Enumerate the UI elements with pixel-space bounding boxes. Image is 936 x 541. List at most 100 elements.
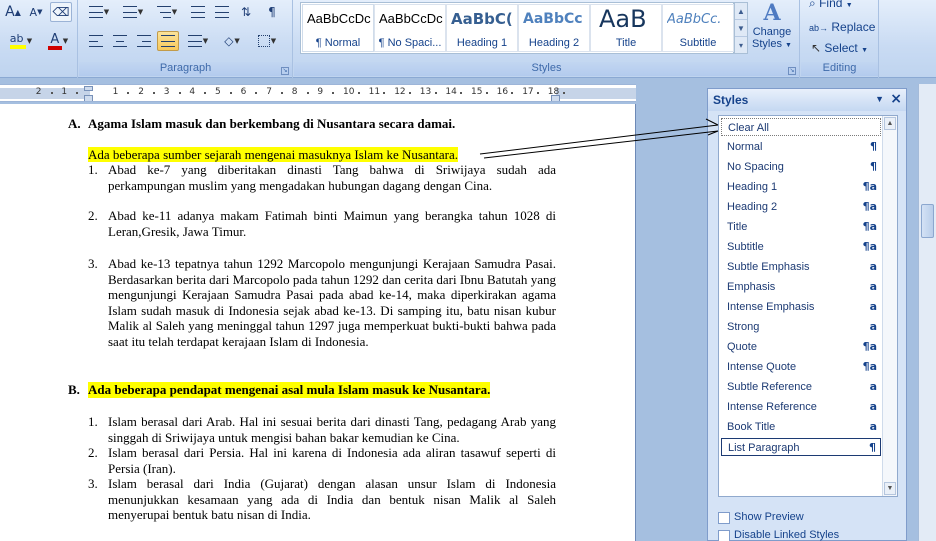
style-item[interactable]: Intense Emphasis a — [721, 298, 881, 316]
style-item[interactable]: Subtle Emphasis a — [721, 258, 881, 276]
style-item[interactable]: Intense Quote ¶a — [721, 358, 881, 376]
gallery-style-subtitle[interactable]: AaBbCc. Subtitle — [662, 4, 734, 52]
align-center-icon — [113, 35, 127, 47]
style-item[interactable]: Heading 1 ¶a — [721, 178, 881, 196]
right-indent-marker[interactable] — [551, 95, 560, 101]
increase-indent-button[interactable] — [211, 2, 233, 22]
list-text: Abad ke-13 tepatnya tahun 1292 Marcopolo… — [108, 256, 556, 349]
list-text: Islam berasal dari India (Gujarat) denga… — [108, 476, 556, 522]
clear-formatting-icon[interactable]: ⌫ — [50, 2, 72, 22]
show-marks-button[interactable]: ¶ — [261, 2, 283, 22]
indent-marker[interactable] — [84, 86, 93, 91]
style-type-icon: ¶a — [862, 220, 877, 233]
borders-button[interactable]: ▼ — [251, 31, 283, 51]
style-item[interactable]: Heading 2 ¶a — [721, 198, 881, 216]
style-item[interactable]: Book Title a — [721, 418, 881, 436]
gallery-more-icon[interactable]: ▾ — [735, 37, 747, 54]
ruler-tick — [537, 92, 539, 94]
numbering-button[interactable]: ▼ — [117, 2, 149, 22]
styles-dialog-launcher[interactable]: ↘ — [788, 67, 796, 75]
style-item[interactable]: List Paragraph ¶ — [721, 438, 881, 456]
pane-options-icon[interactable]: ▼ — [875, 94, 884, 104]
gallery-style-normal[interactable]: AaBbCcDc ¶ Normal — [302, 4, 374, 52]
ruler-number: 7 — [266, 87, 272, 97]
style-name: Title — [615, 37, 637, 49]
ruler-number: 2 — [35, 87, 42, 97]
highlight-color-button[interactable]: ab ▼ — [2, 31, 40, 51]
font-color-icon: A — [47, 33, 62, 50]
show-preview-checkbox[interactable]: Show Preview — [718, 511, 898, 527]
style-item[interactable]: Strong a — [721, 318, 881, 336]
style-item-label: Intense Quote — [727, 361, 797, 373]
sort-button[interactable]: ⇅ — [235, 2, 257, 22]
style-item[interactable]: Quote ¶a — [721, 338, 881, 356]
style-item[interactable]: Subtle Reference a — [721, 378, 881, 396]
grow-font-button[interactable]: A ▲ — [2, 2, 24, 22]
style-type-icon: a — [869, 420, 877, 433]
line-spacing-button[interactable]: ▼ — [183, 31, 213, 51]
list-item: 3. Islam berasal dari India (Gujarat) de… — [88, 476, 556, 524]
gallery-style-no-spacing[interactable]: AaBbCcDc ¶ No Spaci... — [374, 4, 446, 52]
styles-pane-title: Styles — [713, 93, 749, 107]
find-button[interactable]: ⌕ Find ▼ — [809, 0, 853, 11]
style-item[interactable]: No Spacing ¶ — [721, 158, 881, 176]
document-scrollbar[interactable] — [918, 84, 936, 541]
ruler-number: 8 — [291, 87, 298, 97]
gallery-down-icon[interactable]: ▼ — [735, 20, 747, 37]
justify-button[interactable] — [157, 31, 179, 51]
style-item-label: Clear All — [728, 122, 769, 134]
gallery-style-title[interactable]: AaB Title — [590, 4, 662, 52]
line-spacing-icon — [187, 35, 202, 47]
heading-b-number: B. — [68, 382, 80, 397]
style-item[interactable]: Intense Reference a — [721, 398, 881, 416]
close-icon[interactable]: × — [890, 91, 902, 107]
gallery-style-heading-2[interactable]: AaBbCc Heading 2 — [518, 4, 590, 52]
replace-icon: ab→ — [809, 23, 829, 33]
style-item[interactable]: Subtitle ¶a — [721, 238, 881, 256]
style-preview: AaBbCcDc — [379, 11, 443, 26]
style-item[interactable]: Title ¶a — [721, 218, 881, 236]
font-group: A ▲ A ▼ ⌫ ab ▼ A ▼ — [0, 0, 78, 78]
replace-button[interactable]: ab→ Replace — [809, 20, 875, 34]
intro-text: Ada beberapa sumber sejarah mengenai mas… — [88, 147, 458, 162]
word-window: A ▲ A ▼ ⌫ ab ▼ A ▼ ▼ ▼ ▼ ⇅ ¶ ▼ ◇ ▼ ▼ Par… — [0, 0, 936, 541]
align-right-button[interactable] — [133, 31, 155, 51]
style-item[interactable]: Normal ¶ — [721, 138, 881, 156]
horizontal-ruler[interactable]: 2 1 1 2 3 4 5 6 7 8 9 10 11 12 13 14 15 16 17 18 — [0, 84, 636, 102]
quick-styles-gallery: AaBbCcDc ¶ Normal AaBbCcDc ¶ No Spaci...… — [300, 2, 734, 54]
align-center-button[interactable] — [109, 31, 131, 51]
shading-button[interactable]: ◇ ▼ — [217, 31, 247, 51]
style-item-label: Intense Reference — [727, 401, 817, 413]
gallery-scroll[interactable]: ▲ ▼ ▾ — [734, 2, 748, 54]
gallery-up-icon[interactable]: ▲ — [735, 3, 747, 20]
multilevel-list-button[interactable]: ▼ — [151, 2, 183, 22]
shrink-font-button[interactable]: A ▼ — [26, 2, 46, 22]
list-number: 3. — [88, 476, 98, 491]
decrease-indent-button[interactable] — [187, 2, 209, 22]
disable-linked-styles-checkbox[interactable]: Disable Linked Styles — [718, 529, 898, 541]
style-preview: AaBbCc — [523, 11, 583, 27]
font-color-button[interactable]: A ▼ — [42, 31, 74, 51]
ribbon: A ▲ A ▼ ⌫ ab ▼ A ▼ ▼ ▼ ▼ ⇅ ¶ ▼ ◇ ▼ ▼ Par… — [0, 0, 936, 78]
change-styles-button[interactable]: A Change Styles ▼ — [750, 0, 794, 60]
scroll-up-icon[interactable]: ▲ — [884, 117, 896, 130]
bullets-button[interactable]: ▼ — [83, 2, 115, 22]
change-styles-label-1: Change — [752, 26, 792, 38]
scroll-down-icon[interactable]: ▼ — [884, 482, 896, 495]
style-item[interactable]: Emphasis a — [721, 278, 881, 296]
increase-indent-icon — [215, 6, 229, 18]
paragraph-dialog-launcher[interactable]: ↘ — [281, 67, 289, 75]
style-item[interactable]: Clear All — [721, 118, 881, 136]
ruler-tick — [434, 92, 437, 94]
document-page[interactable]: A. Agama Islam masuk dan berkembang di N… — [0, 104, 636, 541]
hanging-indent-marker[interactable] — [84, 95, 93, 101]
align-left-button[interactable] — [85, 31, 107, 51]
gallery-style-heading-1[interactable]: AaBbC( Heading 1 — [446, 4, 518, 52]
ruler-number: 2 — [138, 87, 144, 97]
styles-list-scrollbar[interactable]: ▲ ▼ — [882, 116, 897, 496]
align-left-icon — [89, 35, 103, 47]
scrollbar-thumb[interactable] — [921, 204, 934, 238]
style-item-label: Emphasis — [727, 281, 776, 293]
select-button[interactable]: ↖ Select ▼ — [811, 41, 868, 55]
ruler-tick — [127, 92, 130, 94]
